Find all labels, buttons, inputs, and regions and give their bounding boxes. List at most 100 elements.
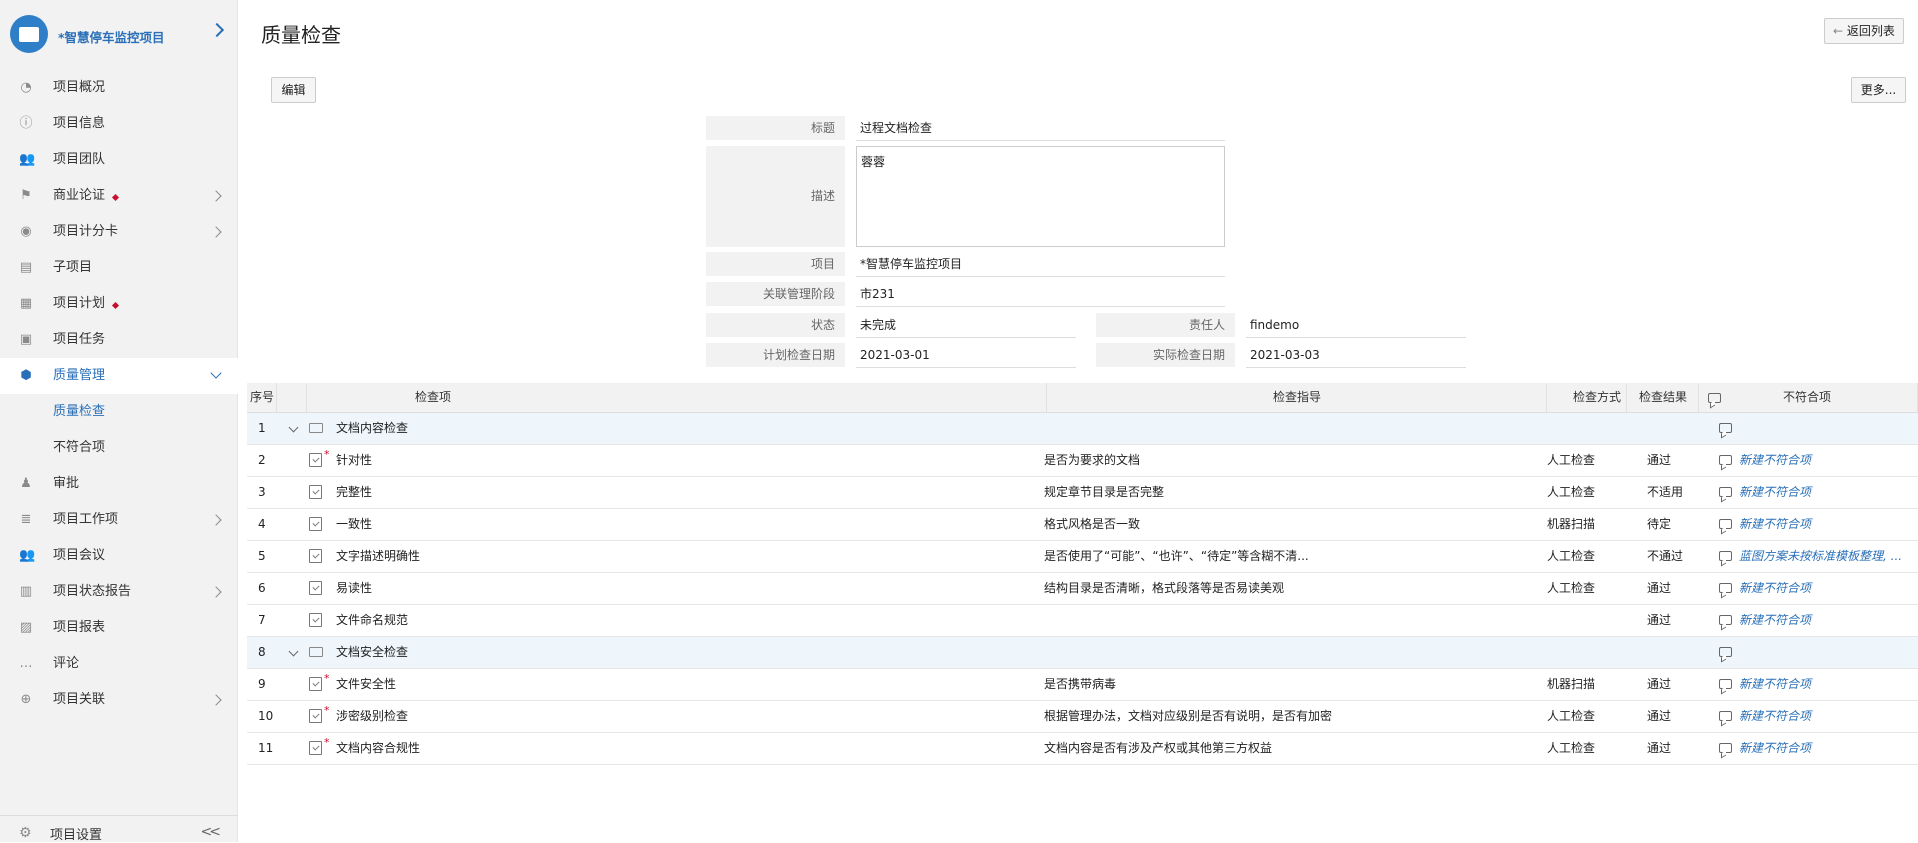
sidebar-item-label: 项目状态报告 bbox=[53, 584, 132, 599]
comment-icon[interactable] bbox=[1719, 647, 1732, 657]
nonconformity-cell bbox=[1739, 637, 1917, 668]
nonconformity-link[interactable]: 新建不符合项 bbox=[1739, 477, 1917, 508]
row-number: 4 bbox=[258, 517, 266, 531]
check-result: 不适用 bbox=[1647, 485, 1684, 499]
checklist-icon bbox=[309, 453, 322, 467]
sidebar-subitem-2[interactable]: 不符合项 bbox=[0, 430, 238, 466]
collapse-sidebar-icon[interactable]: << bbox=[201, 824, 222, 840]
nonconformity-link[interactable]: 新建不符合项 bbox=[1739, 669, 1917, 700]
check-item: 一致性 bbox=[336, 517, 373, 531]
subproject-icon: ▤ bbox=[19, 260, 33, 275]
sidebar-item-2[interactable]: ⓘ 项目信息 bbox=[0, 106, 238, 142]
table-body: 1 文档内容检查 2 * 针对性 是否为要求的文档 人工检查 通过 新建不符合项 3 完整性 规定章节… bbox=[247, 413, 1918, 765]
table-row[interactable]: 4 一致性 格式风格是否一致 机器扫描 待定 新建不符合项 bbox=[247, 509, 1918, 541]
sidebar-item-6[interactable]: ▤ 子项目 bbox=[0, 250, 238, 286]
flag-icon: ⚑ bbox=[20, 188, 32, 203]
table-row[interactable]: 10 * 涉密级别检查 根据管理办法，文档对应级别是否有说明，是否有加密 人工检查 通过 新… bbox=[247, 701, 1918, 733]
check-result: 通过 bbox=[1647, 453, 1672, 467]
sidebar-item-7[interactable]: ▦ 项目计划 bbox=[0, 286, 238, 322]
checklist-icon bbox=[309, 709, 322, 723]
table-row[interactable]: 11 * 文档内容合规性 文档内容是否有涉及产权或其他第三方权益 人工检查 通过 新建不符合… bbox=[247, 733, 1918, 765]
row-number: 6 bbox=[258, 581, 266, 595]
project-label: 项目 bbox=[706, 252, 845, 276]
sidebar-item-11[interactable]: ≣ 项目工作项 bbox=[0, 502, 238, 538]
check-item: 文档内容合规性 bbox=[336, 741, 421, 755]
back-to-list-button[interactable]: ← 返回列表 bbox=[1824, 18, 1904, 44]
sidebar-item-5[interactable]: ◉ 项目计分卡 bbox=[0, 214, 238, 250]
table-row[interactable]: 5 文字描述明确性 是否使用了“可能”、“也许”、“待定”等含糊不清... 人工检查 不… bbox=[247, 541, 1918, 573]
nonconformity-link[interactable]: 新建不符合项 bbox=[1739, 733, 1917, 764]
plan-date-label: 计划检查日期 bbox=[706, 343, 845, 367]
check-guide: 规定章节目录是否完整 bbox=[1044, 485, 1165, 499]
sidebar-item-16[interactable]: ⊕ 项目关联 bbox=[0, 682, 238, 718]
comment-icon[interactable] bbox=[1719, 743, 1732, 753]
table-row[interactable]: 7 文件命名规范 通过 新建不符合项 bbox=[247, 605, 1918, 637]
arrow-left-icon: ← bbox=[1833, 24, 1844, 38]
comment-icon[interactable] bbox=[1719, 551, 1732, 561]
sidebar-item-10[interactable]: ♟ 审批 bbox=[0, 466, 238, 502]
sidebar-item-12[interactable]: 👥 项目会议 bbox=[0, 538, 238, 574]
sidebar-item-label: 项目任务 bbox=[53, 332, 106, 347]
table-row[interactable]: 2 * 针对性 是否为要求的文档 人工检查 通过 新建不符合项 bbox=[247, 445, 1918, 477]
sidebar-item-14[interactable]: ▨ 项目报表 bbox=[0, 610, 238, 646]
sidebar-item-3[interactable]: 👥 项目团队 bbox=[0, 142, 238, 178]
check-result: 通过 bbox=[1647, 677, 1672, 691]
nonconformity-link[interactable]: 新建不符合项 bbox=[1739, 509, 1917, 540]
stage-value: 市231 bbox=[856, 282, 1225, 307]
required-marker-icon: * bbox=[324, 704, 330, 717]
check-result: 通过 bbox=[1647, 613, 1672, 627]
more-button[interactable]: 更多... bbox=[1851, 77, 1906, 103]
check-method: 人工检查 bbox=[1547, 485, 1596, 499]
sidebar-item-15[interactable]: … 评论 bbox=[0, 646, 238, 682]
nonconformity-link[interactable]: 新建不符合项 bbox=[1739, 573, 1917, 604]
check-guide: 文档内容是否有涉及产权或其他第三方权益 bbox=[1044, 741, 1273, 755]
checklist-icon bbox=[309, 741, 322, 755]
chevron-down-icon[interactable] bbox=[288, 646, 299, 657]
sidebar-item-9[interactable]: ⬢ 质量管理 bbox=[0, 358, 238, 394]
checklist-icon bbox=[309, 677, 322, 691]
check-guide: 格式风格是否一致 bbox=[1044, 517, 1141, 531]
col-result-header: 检查结果 bbox=[1627, 383, 1699, 412]
checklist-icon bbox=[309, 581, 322, 595]
table-row[interactable]: 3 完整性 规定章节目录是否完整 人工检查 不适用 新建不符合项 bbox=[247, 477, 1918, 509]
chevron-down-icon[interactable] bbox=[288, 422, 299, 433]
back-to-list-label: 返回列表 bbox=[1846, 24, 1895, 38]
comment-icon[interactable] bbox=[1719, 711, 1732, 721]
sidebar-item-1[interactable]: ◔ 项目概况 bbox=[0, 70, 238, 106]
comment-icon[interactable] bbox=[1719, 519, 1732, 529]
comment-icon[interactable] bbox=[1719, 583, 1732, 593]
sidebar-item-label: 项目工作项 bbox=[53, 512, 119, 527]
pie-chart-icon: ◔ bbox=[20, 80, 32, 95]
table-group-row[interactable]: 8 文档安全检查 bbox=[247, 637, 1918, 669]
nonconformity-link[interactable]: 新建不符合项 bbox=[1739, 605, 1917, 636]
nonconformity-link[interactable]: 新建不符合项 bbox=[1739, 445, 1917, 476]
required-marker-icon: * bbox=[324, 448, 330, 461]
nonconformity-link[interactable]: 新建不符合项 bbox=[1739, 701, 1917, 732]
project-settings-link[interactable]: 项目设置 bbox=[50, 824, 102, 843]
nonconformity-link[interactable]: 蓝图方案未按标准模板整理, ... bbox=[1739, 541, 1917, 572]
check-guide: 结构目录是否清晰，格式段落等是否易读美观 bbox=[1044, 581, 1285, 595]
comment-icon[interactable] bbox=[1719, 487, 1732, 497]
row-number: 3 bbox=[258, 485, 266, 499]
sidebar-item-label: 项目团队 bbox=[53, 152, 106, 167]
comment-icon[interactable] bbox=[1719, 423, 1732, 433]
sidebar-item-13[interactable]: ▥ 项目状态报告 bbox=[0, 574, 238, 610]
sidebar-item-8[interactable]: ▣ 项目任务 bbox=[0, 322, 238, 358]
plan-date-value: 2021-03-01 bbox=[856, 343, 1076, 368]
table-row[interactable]: 6 易读性 结构目录是否清晰，格式段落等是否易读美观 人工检查 通过 新建不符合项 bbox=[247, 573, 1918, 605]
comment-icon[interactable] bbox=[1719, 615, 1732, 625]
comment-icon[interactable] bbox=[1719, 679, 1732, 689]
chevron-down-icon bbox=[210, 367, 222, 379]
sidebar-item-label: 商业论证 bbox=[53, 188, 106, 203]
sidebar-subitem-1[interactable]: 质量检查 bbox=[0, 394, 238, 430]
team-icon: 👥 bbox=[19, 152, 36, 167]
check-method: 人工检查 bbox=[1547, 709, 1596, 723]
table-group-row[interactable]: 1 文档内容检查 bbox=[247, 413, 1918, 445]
check-method: 机器扫描 bbox=[1547, 517, 1596, 531]
edit-button[interactable]: 编辑 bbox=[271, 77, 316, 103]
report-icon: ▨ bbox=[19, 620, 33, 635]
comment-icon[interactable] bbox=[1719, 455, 1732, 465]
project-switcher[interactable]: *智慧停车监控项目 bbox=[0, 0, 238, 70]
sidebar-item-4[interactable]: ⚑ 商业论证 bbox=[0, 178, 238, 214]
table-row[interactable]: 9 * 文件安全性 是否携带病毒 机器扫描 通过 新建不符合项 bbox=[247, 669, 1918, 701]
